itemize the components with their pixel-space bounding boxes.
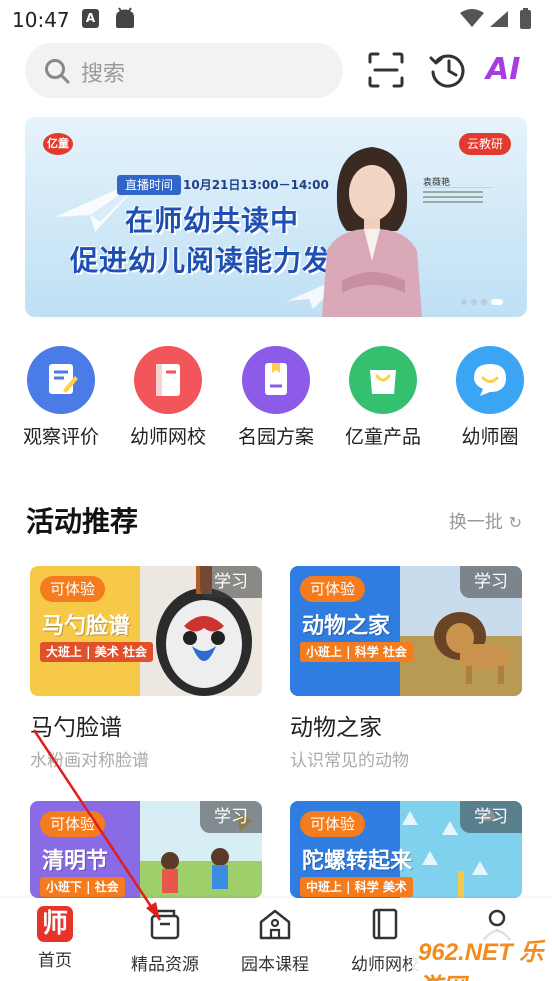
cloud-research-tag: 云教研: [458, 133, 511, 155]
search-bar[interactable]: 搜索: [25, 43, 343, 98]
card-cover-title: 动物之家: [302, 614, 391, 639]
history-icon[interactable]: [428, 50, 468, 90]
activity-card[interactable]: 可体验 动物之家 小班上 | 科学 社会 学习: [290, 566, 522, 696]
refresh-icon: ↻: [508, 513, 522, 532]
banner-title-line1: 在师幼共读中: [125, 204, 300, 237]
home-icon: 师: [37, 906, 73, 942]
study-label: 学习: [200, 801, 262, 833]
card-tags: 大班上 | 美术 社会: [40, 642, 153, 662]
site-watermark: 962.NET 乐游网: [412, 930, 547, 981]
category-label: 幼师网校: [129, 426, 206, 448]
category-label: 亿童产品: [344, 426, 421, 448]
yitong-logo: 亿童: [43, 133, 73, 155]
card-title: 动物之家: [290, 715, 382, 741]
presenter-photo: [322, 147, 422, 317]
signal-battery-icons: [460, 8, 531, 29]
nav-label: 园本课程: [241, 955, 309, 975]
card-subtitle: 水粉画对称脸谱: [30, 751, 149, 771]
activity-card[interactable]: 可体验 马勺脸谱 大班上 | 美术 社会 学习: [30, 566, 262, 696]
bag-icon: [349, 346, 417, 414]
category-online-school[interactable]: 幼师网校: [122, 346, 214, 449]
card-tags: 小班下 | 社会: [40, 877, 125, 897]
android-icon: [116, 7, 134, 28]
study-label: 学习: [200, 566, 262, 598]
category-label: 幼师圈: [461, 426, 519, 448]
section-title: 活动推荐: [26, 505, 139, 538]
category-evaluation[interactable]: 观察评价: [15, 346, 107, 449]
a-notification-icon: A: [82, 9, 99, 28]
category-teacher-circle[interactable]: 幼师圈: [444, 346, 536, 449]
nav-label: 首页: [38, 951, 72, 971]
ai-icon[interactable]: AI: [486, 50, 532, 90]
book-icon: [372, 908, 398, 940]
search-icon: [45, 59, 70, 84]
card-tags: 小班上 | 科学 社会: [300, 642, 413, 662]
search-placeholder: 搜索: [81, 62, 126, 87]
nav-school-courses[interactable]: 园本课程: [220, 898, 330, 981]
card-cover-title: 陀螺转起来: [302, 849, 413, 874]
category-plans[interactable]: 名园方案: [230, 346, 322, 449]
status-bar: 10:47 A: [0, 0, 552, 38]
category-label: 名园方案: [237, 426, 314, 448]
card-subtitle: 认识常见的动物: [290, 751, 409, 771]
nav-home[interactable]: 师 首页: [0, 898, 110, 981]
card-cover-title: 清明节: [42, 849, 109, 874]
trial-badge: 可体验: [40, 576, 106, 602]
card-title: 马勺脸谱: [30, 715, 122, 741]
watermark-text: 962.NET 乐游网: [418, 939, 544, 981]
live-time-value: 10月21日13:00－14:00: [183, 178, 329, 192]
activity-card[interactable]: 可体验 清明节 小班下 | 社会 学习: [30, 801, 262, 898]
resource-icon: [150, 909, 180, 940]
live-banner[interactable]: 亿童 云教研 直播时间 10月21日13:00－14:00 在师幼共读中 促进幼…: [25, 117, 527, 317]
plan-icon: [242, 346, 310, 414]
card-tags: 中班上 | 科学 美术: [300, 877, 413, 897]
trial-badge: 可体验: [300, 811, 366, 837]
nav-resources[interactable]: 精品资源: [110, 898, 220, 981]
trial-badge: 可体验: [300, 576, 366, 602]
refresh-button[interactable]: 换一批 ↻: [449, 508, 522, 534]
chat-icon: [456, 346, 524, 414]
activity-card[interactable]: 可体验 陀螺转起来 中班上 | 科学 美术 学习: [290, 801, 522, 898]
live-time-label: 直播时间: [117, 175, 182, 195]
status-time: 10:47: [12, 8, 70, 32]
card-cover-title: 马勺脸谱: [42, 614, 131, 639]
study-label: 学习: [460, 801, 522, 833]
carousel-indicator: [461, 299, 511, 307]
nav-label: 精品资源: [131, 955, 199, 975]
category-products[interactable]: 亿童产品: [337, 346, 429, 449]
refresh-label: 换一批: [448, 512, 503, 533]
study-label: 学习: [460, 566, 522, 598]
school-icon: [259, 909, 291, 940]
book-icon: [134, 346, 202, 414]
evaluation-icon: [27, 346, 95, 414]
category-label: 观察评价: [22, 426, 99, 448]
presenter-description: [423, 187, 493, 209]
scan-icon[interactable]: [366, 50, 406, 90]
trial-badge: 可体验: [40, 811, 106, 837]
